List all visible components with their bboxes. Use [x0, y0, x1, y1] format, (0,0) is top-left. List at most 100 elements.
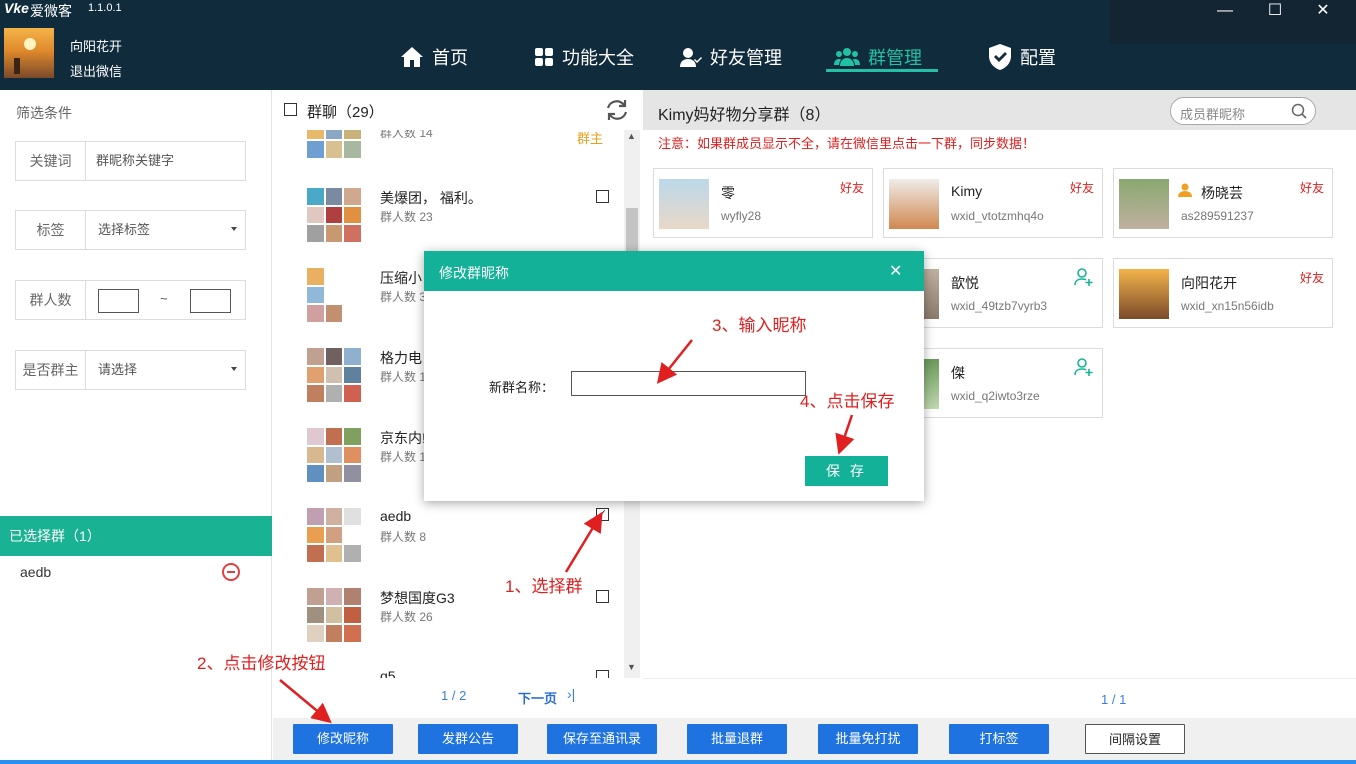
interval-settings-button[interactable]: 间隔设置: [1085, 724, 1185, 754]
group-avatar: [307, 588, 361, 642]
app-version: 1.1.0.1: [88, 2, 122, 14]
group-count: 群人数 1: [380, 370, 427, 384]
group-avatar: [307, 428, 361, 482]
next-page-link[interactable]: 下一页: [518, 688, 557, 707]
scroll-up-icon[interactable]: ▲: [627, 131, 636, 141]
page-indicator: 1 / 2: [441, 688, 467, 703]
group-avatar: [307, 130, 361, 158]
select-all-checkbox[interactable]: [284, 103, 297, 116]
app-logo: Vke: [4, 0, 29, 16]
group-count: 群人数 8: [380, 530, 427, 544]
nav-config-label: 配置: [1020, 48, 1056, 68]
tag-label: 标签: [16, 211, 86, 249]
window-bottom-edge: [0, 760, 1356, 764]
group-checkbox[interactable]: [596, 590, 609, 603]
member-wxid: wxid_q2iwto3rze: [951, 389, 1040, 403]
last-page-icon[interactable]: ›|: [567, 686, 575, 702]
app-name: 爱微客: [30, 3, 72, 19]
member-card[interactable]: Kimy wxid_vtotzmhq4o 好友: [883, 168, 1103, 238]
member-search-input[interactable]: 成员群昵称: [1170, 97, 1316, 125]
group-name: 美爆团， 福利。: [380, 190, 482, 206]
minimize-button[interactable]: —: [1210, 0, 1240, 22]
member-count-filter: 群人数 ~: [15, 280, 246, 320]
search-icon[interactable]: [1291, 103, 1307, 119]
nav-features-label: 功能大全: [562, 48, 634, 68]
group-checkbox[interactable]: [596, 190, 609, 203]
remove-icon[interactable]: [222, 563, 240, 581]
member-panel-title: Kimy妈好物分享群（8）: [658, 107, 831, 124]
tag-button[interactable]: 打标签: [949, 724, 1049, 754]
user-name: 向阳花开: [70, 39, 123, 54]
nav-group-label: 群管理: [868, 48, 922, 68]
shield-icon: [989, 44, 1011, 70]
member-card[interactable]: 零 wyfly28 好友: [653, 168, 873, 238]
group-avatar: [307, 348, 361, 402]
member-name: 傑: [951, 365, 965, 381]
selected-group-item: aedb: [20, 564, 52, 580]
keyword-filter: 关键词 群昵称关键字: [15, 141, 246, 181]
group-avatar: [307, 268, 361, 322]
selected-groups-header: 已选择群（1）: [0, 516, 272, 556]
add-friend-icon[interactable]: [1074, 267, 1094, 287]
new-name-label: 新群名称：: [489, 380, 555, 395]
batch-quit-button[interactable]: 批量退群: [687, 724, 787, 754]
home-icon: [401, 47, 423, 67]
logout-link[interactable]: 退出微信: [70, 61, 122, 80]
member-page-indicator: 1 / 1: [1101, 692, 1127, 707]
nav-home-label: 首页: [432, 48, 468, 68]
keyword-label: 关键词: [16, 142, 86, 180]
owner-select[interactable]: 请选择: [98, 351, 137, 389]
friend-badge: 好友: [1299, 271, 1324, 285]
scroll-down-icon[interactable]: ▼: [627, 662, 636, 672]
save-to-contacts-button[interactable]: 保存至通讯录: [547, 724, 657, 754]
annotation-step1: 1、选择群: [505, 577, 583, 596]
member-wxid: as289591237: [1181, 209, 1254, 223]
tag-select[interactable]: 选择标签: [98, 211, 150, 249]
close-icon[interactable]: ✕: [889, 261, 902, 281]
nav-config[interactable]: 配置: [988, 40, 1056, 74]
owner-filter[interactable]: 是否群主 请选择: [15, 350, 246, 390]
count-min-input[interactable]: [98, 289, 139, 313]
maximize-button[interactable]: ☐: [1260, 0, 1290, 22]
group-checkbox-checked[interactable]: ✓: [596, 508, 609, 521]
nav-features[interactable]: 功能大全: [534, 40, 634, 74]
group-notice-button[interactable]: 发群公告: [418, 724, 518, 754]
member-card[interactable]: 向阳花开 wxid_xn15n56idb 好友: [1113, 258, 1333, 328]
group-name: 格力电: [380, 350, 422, 366]
batch-mute-button[interactable]: 批量免打扰: [818, 724, 918, 754]
refresh-icon[interactable]: [604, 97, 630, 123]
user-manage-icon: [680, 48, 702, 67]
friend-badge: 好友: [839, 181, 864, 195]
keyword-input[interactable]: 群昵称关键字: [96, 142, 174, 180]
member-card[interactable]: 杨晓芸 as289591237 好友: [1113, 168, 1333, 238]
count-separator: ~: [160, 291, 168, 306]
group-checkbox[interactable]: [596, 670, 609, 678]
nav-friends[interactable]: 好友管理: [680, 40, 782, 74]
member-name: 歆悦: [951, 275, 979, 291]
nav-home[interactable]: 首页: [400, 40, 468, 74]
member-wxid: wxid_49tzb7vyrb3: [951, 299, 1048, 313]
close-window-button[interactable]: ✕: [1308, 0, 1338, 22]
count-label: 群人数: [16, 281, 86, 319]
owner-label: 是否群主: [16, 351, 86, 389]
tag-filter[interactable]: 标签 选择标签: [15, 210, 246, 250]
filter-title: 筛选条件: [16, 105, 72, 121]
new-name-input[interactable]: [571, 371, 806, 396]
group-count: 群人数 14: [380, 130, 433, 140]
grid-icon: [535, 48, 553, 66]
list-item[interactable]: 梦想国度G3 群人数 26: [273, 588, 623, 668]
user-avatar: [4, 28, 54, 78]
nav-friends-label: 好友管理: [710, 48, 782, 68]
nav-active-indicator: [826, 69, 938, 72]
dialog-save-button[interactable]: 保 存: [805, 456, 888, 486]
member-avatar: [1119, 179, 1169, 229]
list-item[interactable]: q5: [273, 668, 623, 678]
rename-button[interactable]: 修改昵称: [293, 724, 393, 754]
dropdown-caret-icon: [231, 227, 237, 231]
add-friend-icon[interactable]: [1074, 357, 1094, 377]
count-max-input[interactable]: [190, 289, 231, 313]
annotation-step2: 2、点击修改按钮: [197, 654, 326, 673]
dialog-title: 修改群昵称: [439, 265, 509, 281]
group-name: 压缩小: [380, 270, 422, 286]
group-name: q5: [380, 668, 396, 678]
